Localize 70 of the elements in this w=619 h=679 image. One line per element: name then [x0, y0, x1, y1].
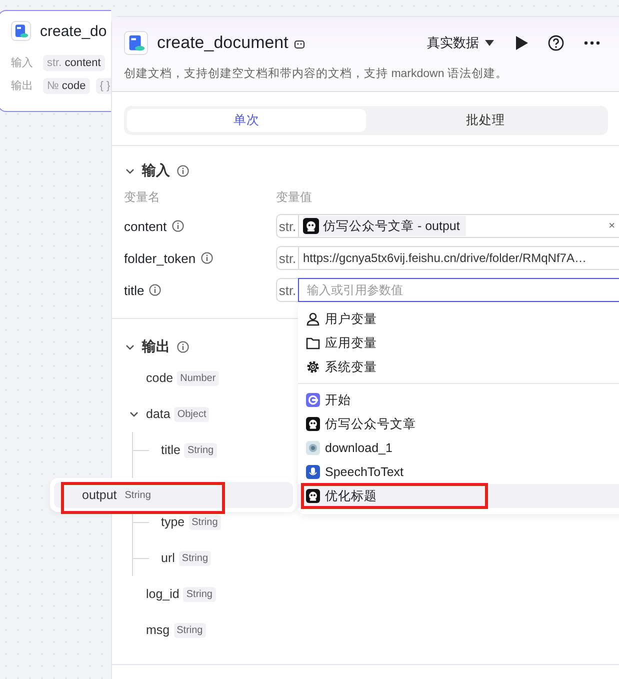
robot-icon: [303, 218, 319, 234]
menu-item[interactable]: 仿写公众号文章: [298, 412, 619, 436]
reference-field[interactable]: 仿写公众号文章 - output ×: [298, 214, 619, 238]
node-card[interactable]: create_do 输入 str. content 输出 № code { }: [0, 10, 111, 112]
menu-item[interactable]: download_1: [298, 436, 619, 460]
clear-button[interactable]: ×: [608, 220, 615, 232]
robot-outline-icon: [294, 38, 306, 50]
variable-tag: № code: [43, 78, 90, 94]
section-title: 输出: [142, 338, 170, 356]
more-icon[interactable]: [584, 41, 600, 45]
folder-icon: [306, 336, 320, 350]
type-label: String: [183, 586, 216, 602]
settings-icon: [306, 360, 320, 374]
type-label: Number: [177, 370, 219, 386]
panel-title: create_document: [157, 33, 288, 53]
info-icon: [177, 165, 189, 177]
mode-tab[interactable]: 单次: [127, 109, 366, 132]
output-name: code: [146, 371, 174, 385]
type-label: String: [184, 442, 217, 458]
variable-tag: { }: [96, 78, 111, 94]
type-label: String: [174, 622, 206, 638]
value-field[interactable]: 输入或引用参数值: [298, 278, 619, 302]
info-icon: [149, 284, 162, 296]
port-label: 输出: [11, 79, 33, 93]
menu-item[interactable]: SpeechToText: [298, 460, 619, 484]
output-name: title: [161, 443, 180, 457]
data-mode-dropdown[interactable]: 真实数据: [427, 34, 494, 52]
output-name: type: [161, 515, 185, 529]
variable-name: folder_token: [124, 250, 196, 266]
microphone-icon: [306, 465, 320, 479]
type-label: Object: [174, 406, 210, 422]
menu-item[interactable]: 开始: [298, 388, 619, 412]
document-icon: [124, 31, 148, 55]
robot-icon: [306, 489, 320, 503]
chevron-icon[interactable]: [125, 166, 135, 176]
column-header: 变量名: [124, 188, 161, 206]
output-name: output: [82, 488, 117, 502]
info-icon: [177, 341, 189, 353]
variable-name: content: [124, 218, 167, 234]
help-icon[interactable]: [548, 35, 564, 51]
dragged-item[interactable]: output String: [50, 478, 297, 512]
node-description: 创建文档，支持创建空文档和带内容的文档，支持 markdown 语法创建。: [112, 56, 619, 92]
port-label: 输入: [11, 56, 33, 70]
section-title: 输入: [142, 162, 170, 180]
output-name: data: [146, 407, 170, 421]
chevron-icon[interactable]: [129, 409, 139, 419]
menu-item[interactable]: 用户变量: [298, 307, 619, 331]
chevron-icon[interactable]: [125, 342, 135, 352]
robot-icon: [306, 417, 320, 431]
column-header: 变量值: [276, 188, 313, 206]
output-name: url: [161, 551, 175, 565]
user-icon: [306, 312, 320, 326]
play-icon[interactable]: [516, 36, 528, 50]
type-label: String: [188, 514, 221, 530]
variable-tag: str. content: [43, 54, 105, 70]
variable-name: title: [124, 282, 144, 298]
info-icon: [172, 220, 184, 232]
output-name: msg: [146, 623, 170, 637]
reference-chip: 仿写公众号文章 - output: [303, 216, 466, 236]
caret-icon: [485, 40, 494, 46]
output-name: log_id: [146, 587, 180, 601]
type-label: String: [178, 550, 212, 566]
menu-item[interactable]: 系统变量: [298, 355, 619, 379]
value-field[interactable]: https://gcnya5tx6vij.feishu.cn/drive/folder/RMqNf7A…: [298, 246, 619, 270]
start-icon: [306, 393, 320, 407]
document-icon: [11, 21, 31, 41]
info-icon: [200, 252, 213, 264]
menu-item[interactable]: 应用变量: [298, 331, 619, 355]
mode-tab[interactable]: 批处理: [366, 109, 605, 132]
node-title: create_do: [40, 22, 107, 40]
